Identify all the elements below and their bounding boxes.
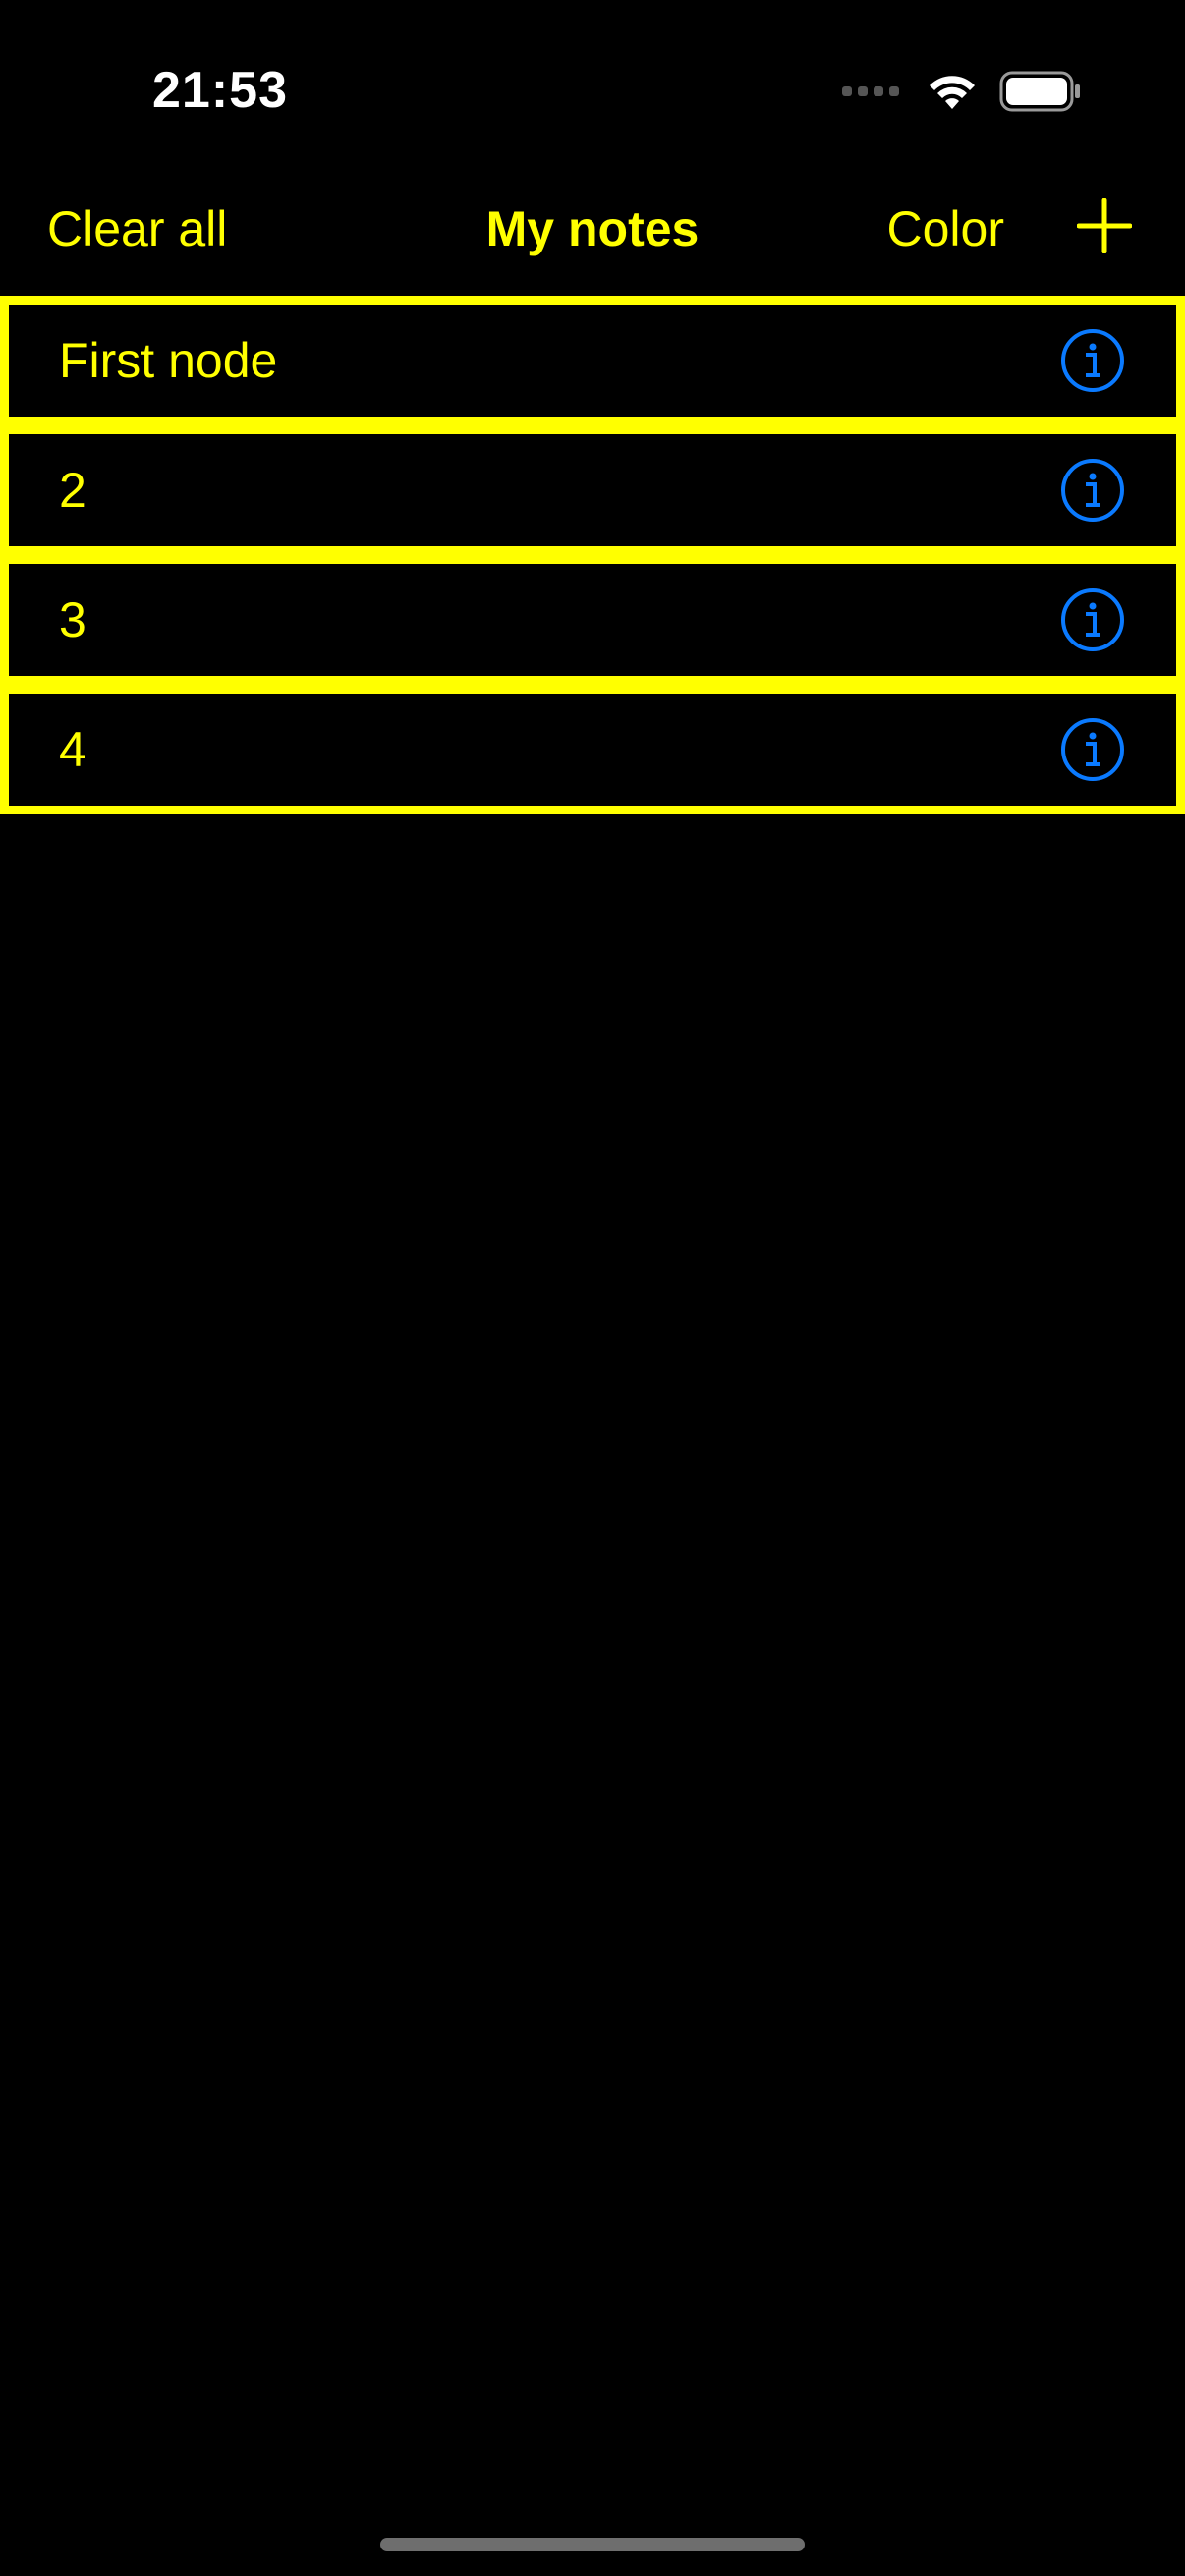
- status-bar: 21:53: [0, 0, 1185, 167]
- status-icons: [842, 71, 1082, 112]
- note-label: 4: [59, 722, 86, 777]
- notes-list: First node 2 3 4: [0, 296, 1185, 814]
- info-circle-icon[interactable]: [1060, 717, 1125, 782]
- note-label: First node: [59, 333, 278, 388]
- info-circle-icon[interactable]: [1060, 328, 1125, 393]
- wifi-icon: [930, 76, 975, 109]
- note-row[interactable]: 4: [0, 685, 1185, 814]
- info-circle-icon[interactable]: [1060, 458, 1125, 523]
- navigation-bar: Clear all My notes Color: [0, 187, 1185, 275]
- note-label: 2: [59, 463, 86, 518]
- clear-all-button[interactable]: Clear all: [47, 200, 227, 257]
- note-row[interactable]: 3: [0, 555, 1185, 685]
- cellular-signal-icon: [842, 86, 899, 96]
- battery-icon: [999, 71, 1080, 112]
- info-circle-icon[interactable]: [1060, 588, 1125, 652]
- note-row[interactable]: 2: [0, 425, 1185, 555]
- plus-icon[interactable]: [1077, 198, 1132, 253]
- note-row[interactable]: First node: [0, 296, 1185, 425]
- home-indicator[interactable]: [380, 2538, 805, 2551]
- color-button[interactable]: Color: [887, 200, 1004, 257]
- note-label: 3: [59, 592, 86, 647]
- status-time: 21:53: [152, 62, 288, 119]
